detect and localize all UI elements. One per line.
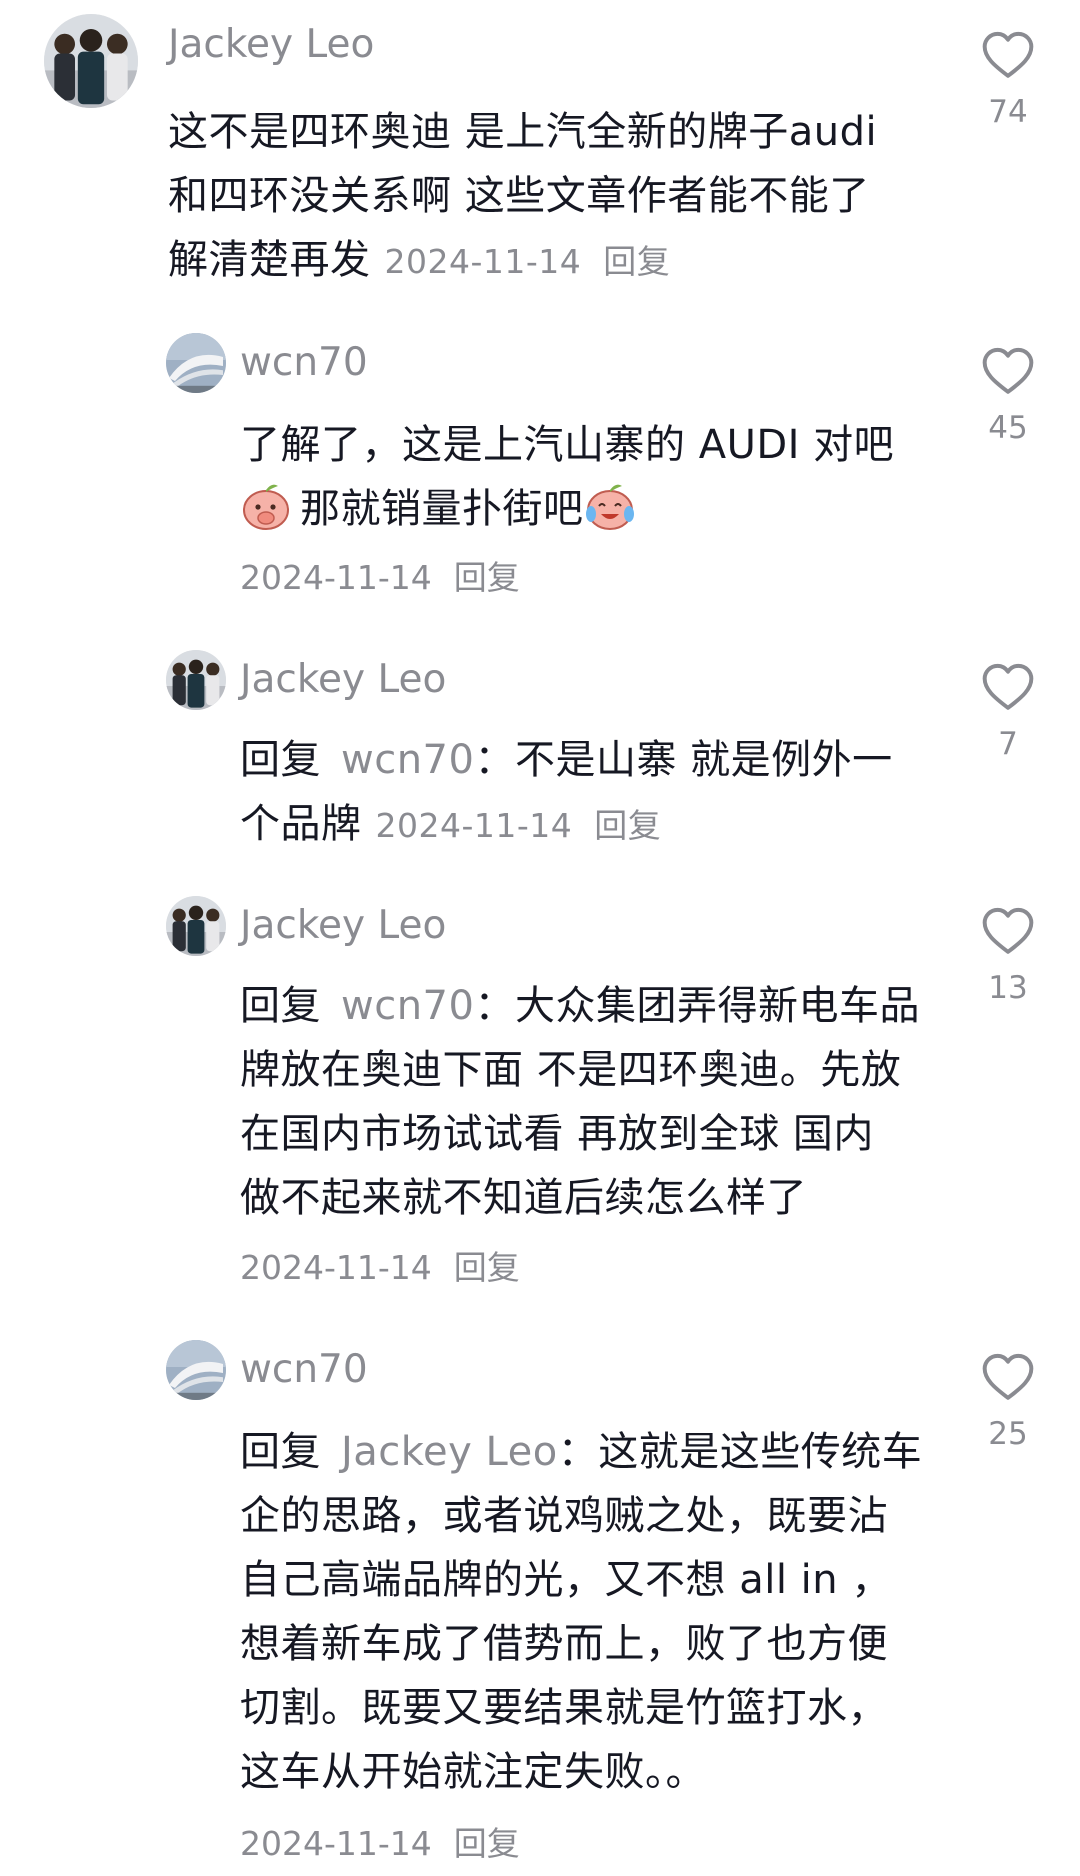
author-name[interactable]: wcn70 xyxy=(240,340,368,386)
comment-line: 切割。既要又要结果就是竹篮打水， xyxy=(240,1685,888,1731)
like-count: 25 xyxy=(988,1416,1028,1452)
avatar[interactable] xyxy=(166,896,226,956)
like-count: 45 xyxy=(988,410,1028,446)
comment-line-text: ：这就是这些传统车 xyxy=(557,1429,923,1475)
comment-line-text: ：大众集团弄得新电车品 xyxy=(474,983,920,1029)
comment-line-text: 那就销量扑街吧 xyxy=(300,486,584,532)
reply-button[interactable]: 回复 xyxy=(603,242,670,281)
comment-line: 回复 wcn70：不是山寨 就是例外一 xyxy=(240,728,893,792)
comment-line: 那就销量扑街吧 xyxy=(240,477,894,541)
like-button[interactable]: 7 xyxy=(973,660,1043,762)
comment-line: 企的思路，或者说鸡贼之处，既要沾 xyxy=(240,1493,888,1539)
comment-text: 这不是四环奥迪 是上汽全新的牌子audi 和四环没关系啊 这些文章作者能不能了 … xyxy=(168,100,877,294)
heart-outline-icon xyxy=(980,904,1036,960)
comment-text: 回复 Jackey Leo：这就是这些传统车 企的思路，或者说鸡贼之处，既要沾 自… xyxy=(240,1420,922,1804)
reply-target-name[interactable]: Jackey Leo xyxy=(341,1429,558,1475)
like-button[interactable]: 13 xyxy=(973,904,1043,1006)
comment-line: 解清楚再发 2024-11-14 回复 xyxy=(168,228,877,294)
heart-outline-icon xyxy=(980,660,1036,716)
group-photo-avatar-icon xyxy=(166,650,226,710)
reply-prefix: 回复 xyxy=(240,1429,321,1475)
heart-outline-icon xyxy=(980,1350,1036,1406)
peach-face-crying-laughing-emoji-icon xyxy=(585,484,634,530)
comment-text: 回复 wcn70：不是山寨 就是例外一 个品牌 2024-11-14 回复 xyxy=(240,728,893,858)
architecture-photo-avatar-icon xyxy=(166,333,226,393)
comment-line: 回复 wcn70：大众集团弄得新电车品 xyxy=(240,974,920,1038)
comment-meta: 2024-11-14 回复 xyxy=(240,1822,520,1866)
reply-target-name[interactable]: wcn70 xyxy=(341,737,474,783)
architecture-photo-avatar-icon xyxy=(166,1340,226,1400)
comment-meta: 2024-11-14 回复 xyxy=(240,1246,520,1290)
comment-text: 回复 wcn70：大众集团弄得新电车品 牌放在奥迪下面 不是四环奥迪。先放 在国内… xyxy=(240,974,920,1230)
comment-date: 2024-11-14 xyxy=(240,1824,432,1863)
author-name[interactable]: Jackey Leo xyxy=(168,22,374,68)
reply-button[interactable]: 回复 xyxy=(454,558,520,597)
author-name[interactable]: Jackey Leo xyxy=(240,903,446,949)
comment-line: 个品牌 2024-11-14 回复 xyxy=(240,792,893,858)
reply-button[interactable]: 回复 xyxy=(454,1824,520,1863)
peach-face-covering-mouth-emoji-icon xyxy=(243,484,289,530)
reply-target-name[interactable]: wcn70 xyxy=(341,983,474,1029)
comment-line: 和四环没关系啊 这些文章作者能不能了 xyxy=(168,173,870,219)
like-button[interactable]: 74 xyxy=(973,28,1043,130)
like-count: 7 xyxy=(998,726,1018,762)
avatar[interactable] xyxy=(166,1340,226,1400)
comment-date: 2024-11-14 xyxy=(384,242,582,281)
comment-line-text: ：不是山寨 就是例外一 xyxy=(474,737,893,783)
group-photo-avatar-icon xyxy=(44,14,138,108)
avatar[interactable] xyxy=(44,14,138,108)
comment-line-text: 解清楚再发 xyxy=(168,237,371,283)
comment-meta: 2024-11-14 回复 xyxy=(240,556,520,600)
comment-line: 做不起来就不知道后续怎么样了 xyxy=(240,1175,807,1221)
like-count: 74 xyxy=(988,94,1028,130)
reply-button[interactable]: 回复 xyxy=(594,806,661,845)
heart-outline-icon xyxy=(980,344,1036,400)
like-button[interactable]: 25 xyxy=(973,1350,1043,1452)
comment-date: 2024-11-14 xyxy=(240,1248,432,1287)
avatar[interactable] xyxy=(166,650,226,710)
comment-line: 这不是四环奥迪 是上汽全新的牌子audi xyxy=(168,109,878,155)
like-count: 13 xyxy=(988,970,1028,1006)
reply-prefix: 回复 xyxy=(240,737,321,783)
comment-line: 自己高端品牌的光，又不想 all in ， xyxy=(240,1557,892,1603)
reply-button[interactable]: 回复 xyxy=(454,1248,520,1287)
comment-text: 了解了，这是上汽山寨的 AUDI 对吧 那就销量扑街吧 xyxy=(240,413,894,541)
comment-line: 回复 Jackey Leo：这就是这些传统车 xyxy=(240,1420,922,1484)
comment-date: 2024-11-14 xyxy=(375,806,573,845)
like-button[interactable]: 45 xyxy=(973,344,1043,446)
comment-line: 在国内市场试试看 再放到全球 国内 xyxy=(240,1111,874,1157)
comment-line-text: 个品牌 xyxy=(240,801,362,847)
reply-prefix: 回复 xyxy=(240,983,321,1029)
comment-line: 了解了，这是上汽山寨的 AUDI 对吧 xyxy=(240,422,895,468)
avatar[interactable] xyxy=(166,333,226,393)
group-photo-avatar-icon xyxy=(166,896,226,956)
comment-line: 牌放在奥迪下面 不是四环奥迪。先放 xyxy=(240,1047,902,1093)
heart-outline-icon xyxy=(980,28,1036,84)
comment-line: 这车从开始就注定失败。。 xyxy=(240,1749,706,1795)
comment-line: 想着新车成了借势而上，败了也方便 xyxy=(240,1621,888,1667)
author-name[interactable]: Jackey Leo xyxy=(240,657,446,703)
comment-date: 2024-11-14 xyxy=(240,558,432,597)
author-name[interactable]: wcn70 xyxy=(240,1347,368,1393)
